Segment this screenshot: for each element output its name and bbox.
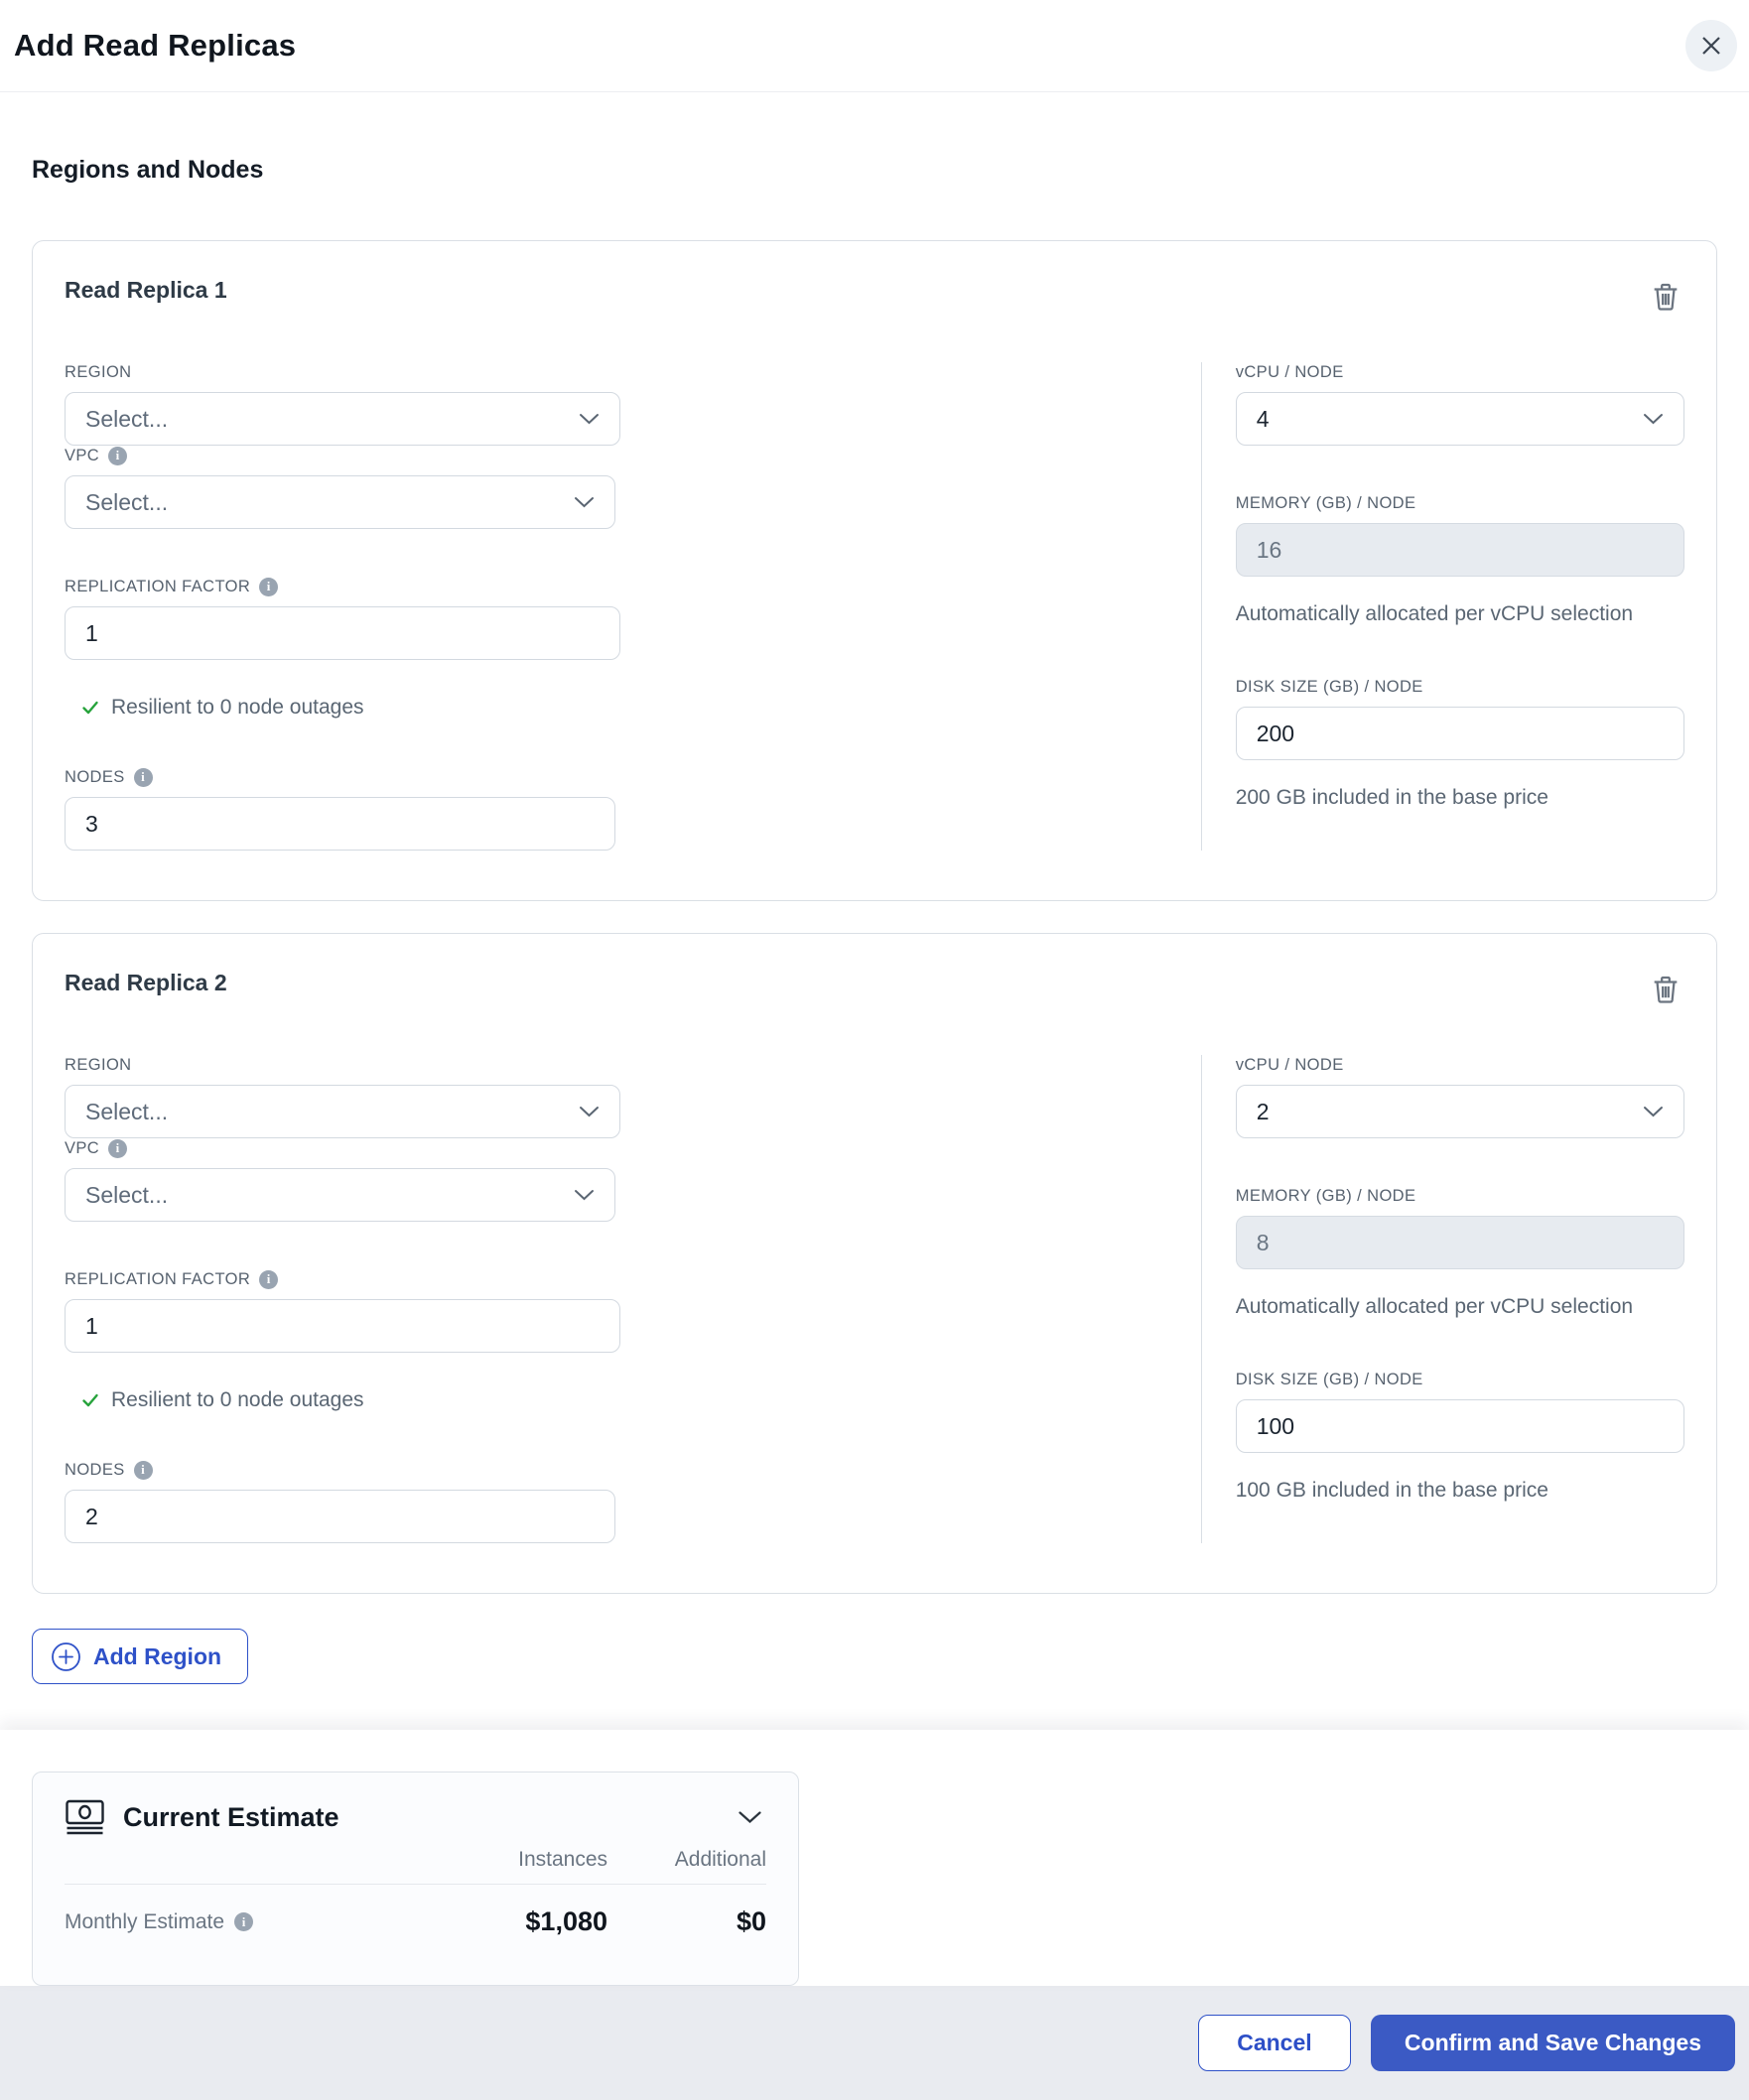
nodes-label: NODES i — [65, 767, 615, 787]
confirm-save-button[interactable]: Confirm and Save Changes — [1370, 2015, 1735, 2071]
delete-replica-button[interactable] — [1647, 277, 1684, 317]
info-icon[interactable]: i — [259, 1269, 279, 1289]
instance-size-column: vCPU / NODE 4 MEMORY (GB) / NODE Automat… — [1200, 362, 1684, 851]
vcpu-select[interactable]: 2 — [1235, 1085, 1684, 1138]
estimate-collapse-button[interactable] — [734, 1806, 766, 1828]
estimate-panel: Current Estimate Instances Additional Mo… — [0, 1730, 1749, 1986]
region-select[interactable]: Select... — [65, 1085, 620, 1138]
close-button[interactable] — [1685, 20, 1737, 71]
chevron-down-icon — [579, 1106, 600, 1117]
instance-size-column: vCPU / NODE 2 MEMORY (GB) / NODE Automat… — [1200, 1055, 1684, 1543]
disk-helper-text: 200 GB included in the base price — [1235, 786, 1548, 809]
info-icon[interactable]: i — [108, 446, 128, 465]
monthly-estimate-label: Monthly Estimate — [65, 1909, 225, 1933]
nodes-input[interactable] — [65, 1490, 615, 1543]
resilience-text: Resilient to 0 node outages — [111, 1388, 364, 1411]
region-label: REGION — [65, 1055, 132, 1074]
memory-input — [1235, 523, 1684, 577]
close-icon — [1699, 34, 1723, 58]
disk-size-label: DISK SIZE (GB) / NODE — [1235, 1370, 1423, 1388]
resilience-text: Resilient to 0 node outages — [111, 696, 364, 719]
vcpu-label: vCPU / NODE — [1235, 362, 1344, 381]
vpc-label: VPC i — [65, 1138, 615, 1158]
vpc-select[interactable]: Select... — [65, 475, 615, 529]
replica-card-2: Read Replica 2 REGION Select... VPC i Se… — [32, 933, 1717, 1594]
disk-size-label: DISK SIZE (GB) / NODE — [1235, 677, 1423, 696]
check-icon — [80, 1390, 100, 1410]
chevron-down-icon — [574, 1189, 595, 1201]
vpc-select-value: Select... — [85, 488, 169, 515]
info-icon[interactable]: i — [259, 577, 279, 596]
modal-title: Add Read Replicas — [14, 28, 297, 63]
memory-label: MEMORY (GB) / NODE — [1235, 493, 1416, 512]
region-select-value: Select... — [85, 1098, 169, 1124]
trash-icon — [1649, 279, 1682, 315]
monthly-estimate-row: Monthly Estimate i $1,080 $0 — [65, 1885, 766, 1959]
replica-card-1: Read Replica 1 REGION Select... VPC i Se… — [32, 240, 1717, 901]
add-region-label: Add Region — [93, 1642, 222, 1669]
replication-factor-label: REPLICATION FACTOR i — [65, 1269, 620, 1289]
banknote-icon — [65, 1798, 105, 1836]
vcpu-select[interactable]: 4 — [1235, 392, 1684, 446]
column-header-instances: Instances — [518, 1848, 607, 1871]
region-select[interactable]: Select... — [65, 392, 620, 446]
info-icon[interactable]: i — [133, 1460, 153, 1480]
region-label: REGION — [65, 362, 132, 381]
memory-label: MEMORY (GB) / NODE — [1235, 1186, 1416, 1205]
region-select-value: Select... — [85, 405, 169, 432]
vpc-select[interactable]: Select... — [65, 1168, 615, 1222]
memory-helper-text: Automatically allocated per vCPU selecti… — [1235, 602, 1634, 625]
instances-value: $1,080 — [525, 1906, 607, 1936]
nodes-input[interactable] — [65, 797, 615, 851]
modal-header: Add Read Replicas — [0, 0, 1749, 92]
modal-body: Regions and Nodes Read Replica 1 REGION … — [0, 92, 1749, 1684]
check-icon — [80, 698, 100, 718]
section-title: Regions and Nodes — [32, 156, 264, 184]
modal-footer: Cancel Confirm and Save Changes — [0, 1986, 1749, 2100]
additional-value: $0 — [736, 1906, 766, 1936]
memory-input — [1235, 1216, 1684, 1269]
vcpu-select-value: 4 — [1256, 405, 1270, 432]
plus-circle-icon — [51, 1641, 81, 1672]
chevron-down-icon — [579, 413, 600, 425]
info-icon[interactable]: i — [133, 767, 153, 787]
vcpu-label: vCPU / NODE — [1235, 1055, 1344, 1074]
nodes-label: NODES i — [65, 1460, 615, 1480]
info-icon[interactable]: i — [234, 1912, 254, 1931]
chevron-down-icon — [574, 496, 595, 508]
resilience-status: Resilient to 0 node outages — [65, 1388, 620, 1412]
column-header-additional: Additional — [674, 1848, 766, 1871]
replication-factor-label: REPLICATION FACTOR i — [65, 577, 620, 596]
estimate-title: Current Estimate — [123, 1801, 339, 1832]
replica-title: Read Replica 1 — [65, 277, 227, 303]
chevron-down-icon — [1643, 1106, 1664, 1117]
disk-size-input[interactable] — [1235, 1399, 1684, 1453]
disk-helper-text: 100 GB included in the base price — [1235, 1479, 1548, 1502]
add-region-button[interactable]: Add Region — [32, 1629, 249, 1684]
memory-helper-text: Automatically allocated per vCPU selecti… — [1235, 1295, 1634, 1318]
add-read-replicas-modal: Add Read Replicas Regions and Nodes Read… — [0, 0, 1749, 2100]
chevron-down-icon — [1643, 413, 1664, 425]
chevron-down-icon — [738, 1810, 762, 1824]
disk-size-input[interactable] — [1235, 707, 1684, 760]
vpc-label: VPC i — [65, 446, 615, 465]
cancel-button[interactable]: Cancel — [1197, 2015, 1351, 2071]
vpc-select-value: Select... — [85, 1181, 169, 1208]
resilience-status: Resilient to 0 node outages — [65, 696, 620, 720]
vcpu-select-value: 2 — [1256, 1098, 1270, 1124]
current-estimate-card: Current Estimate Instances Additional Mo… — [32, 1772, 799, 1986]
delete-replica-button[interactable] — [1647, 970, 1684, 1009]
info-icon[interactable]: i — [108, 1138, 128, 1158]
replication-factor-input[interactable] — [65, 1299, 620, 1353]
replica-title: Read Replica 2 — [65, 970, 227, 995]
trash-icon — [1649, 972, 1682, 1007]
replication-factor-input[interactable] — [65, 606, 620, 660]
